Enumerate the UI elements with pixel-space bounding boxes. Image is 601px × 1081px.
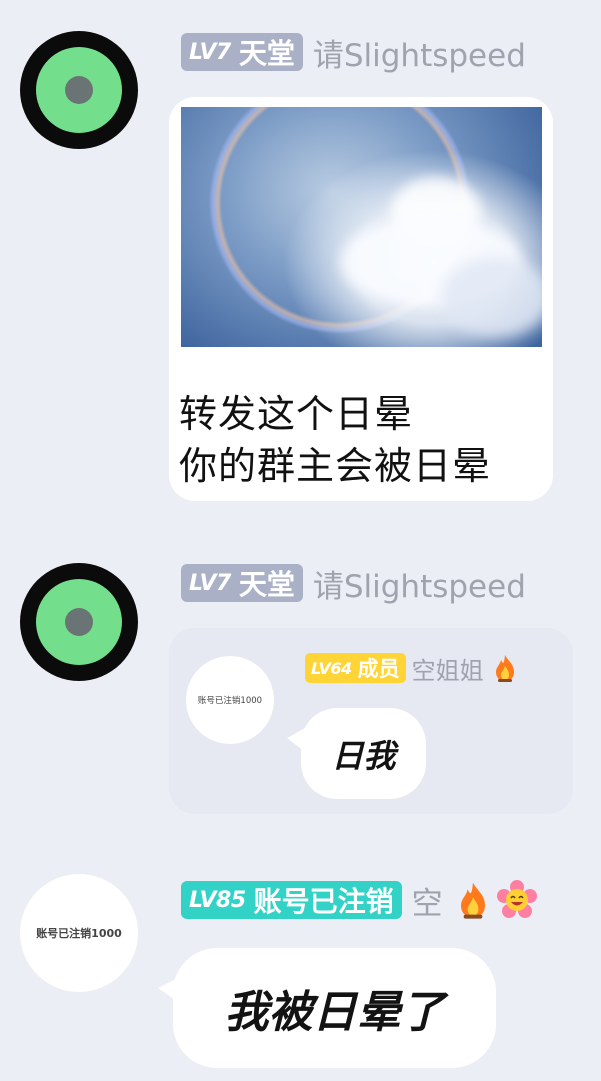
quoted-message-card[interactable]: 账号已注销1000 LV64 成员 空姐姐 日我 [169, 628, 573, 814]
message-bubble[interactable]: 我被日晕了 [173, 948, 496, 1068]
level-badge: LV64 成员 [305, 653, 406, 683]
level-text: LV85 [189, 887, 246, 913]
user-avatar[interactable] [20, 563, 138, 681]
level-text: LV7 [189, 39, 231, 65]
sender-nickname[interactable]: 空 [412, 878, 443, 923]
group-title: 天堂 [238, 37, 295, 70]
group-title: 天堂 [238, 568, 295, 601]
level-badge: LV85 账号已注销 [181, 881, 402, 919]
halo-sky-photo[interactable] [181, 107, 542, 347]
quoted-nickname[interactable]: 空姐姐 [412, 651, 484, 686]
sender-nickname[interactable]: 请Slightspeed [313, 561, 526, 606]
flower-emoji-icon [496, 880, 537, 920]
user-avatar[interactable] [20, 31, 138, 149]
avatar-text: 账号已注销1000 [36, 927, 122, 940]
avatar-center-dot [65, 76, 93, 104]
sender-name-row: LV7 天堂 请Slightspeed [181, 30, 526, 75]
level-text: LV64 [311, 658, 352, 678]
level-badge: LV7 天堂 [181, 33, 303, 71]
quoted-message-text: 日我 [331, 736, 396, 775]
avatar-center-dot [65, 608, 93, 636]
quoted-message-bubble[interactable]: 日我 [301, 708, 426, 799]
avatar-inner [36, 579, 122, 665]
avatar-inner [36, 47, 122, 133]
group-title: 成员 [357, 657, 400, 681]
image-message-bubble[interactable]: 转发这个日晕 你的群主会被日晕 [169, 97, 553, 501]
sender-name-row: LV7 天堂 请Slightspeed [181, 561, 526, 606]
caption-line-2: 你的群主会被日晕 [179, 444, 492, 488]
quoted-sender-row: LV64 成员 空姐姐 [305, 651, 518, 686]
caption-line-1: 转发这个日晕 [179, 392, 414, 436]
group-title: 账号已注销 [253, 885, 394, 918]
level-text: LV7 [189, 570, 231, 596]
quoted-user-avatar[interactable]: 账号已注销1000 [186, 656, 274, 744]
message-text: 我被日晕了 [224, 987, 445, 1038]
photo-cloud [441, 257, 542, 337]
fire-icon [492, 653, 518, 683]
user-avatar[interactable]: 账号已注销1000 [20, 874, 138, 992]
avatar-text: 账号已注销1000 [197, 696, 263, 706]
level-badge: LV7 天堂 [181, 564, 303, 602]
sender-nickname[interactable]: 请Slightspeed [313, 30, 526, 75]
sender-name-row: LV85 账号已注销 空 [181, 878, 537, 923]
fire-icon [455, 880, 491, 920]
